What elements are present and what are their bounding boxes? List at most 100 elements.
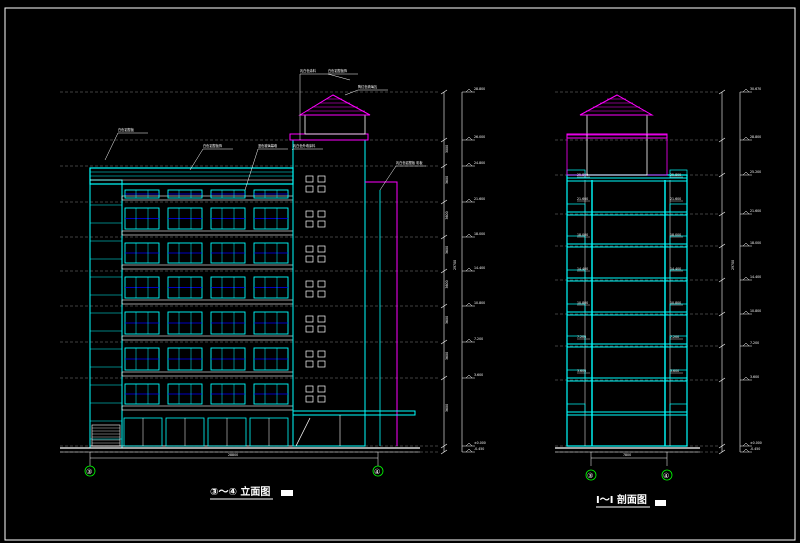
tower-window [305,395,314,403]
height-dim: 3600 [445,246,449,254]
floor-label-right: 21.600 [670,197,681,201]
tower-window [317,175,326,183]
tower-window [305,175,314,183]
tower-window [305,325,314,333]
level-label: 14.400 [750,275,761,279]
left-window-section [566,303,586,313]
height-dim: 3600 [445,352,449,360]
tower-window [317,325,326,333]
floor-band [121,371,294,377]
level-triangle [742,376,750,381]
right-window-section [669,203,688,213]
floor-label-right: 10.800 [670,301,681,305]
cad-drawing-canvas: 28.800 26.000 24.800 21.600 18.000 14.400 10.8… [4,7,796,541]
level-triangle [742,442,750,447]
section-title: Ⅰ～Ⅰ 剖面图 [596,493,647,506]
level-triangle [742,242,750,247]
note-leader [327,73,351,81]
level-triangle [465,233,473,238]
tower-window [317,210,326,218]
tower-window [317,385,326,393]
section-hip-roof [579,94,654,116]
left-window-section [566,203,586,213]
tower-window [305,280,314,288]
level-triangle [742,342,750,347]
right-window-section [669,403,688,413]
tower-window [305,350,314,358]
floor-label-left: 10.800 [577,301,588,305]
level-triangle [742,210,750,215]
axis-label-left: ③ [86,468,92,476]
stair-tower-windows [305,175,326,403]
height-dim: 3600 [445,176,449,184]
floor-band [121,299,294,305]
level-triangle [465,442,473,447]
tower-window [317,290,326,298]
section-total-height: 29700 [731,260,735,270]
note-text: 白色铝塑板饰 [328,68,347,73]
note-leader [189,148,204,171]
elevation-side-wall-outline [365,181,398,446]
level-label: 21.600 [750,209,761,213]
level-triangle [465,374,473,379]
floor-label-right: 7.200 [670,335,679,339]
level-label: 24.800 [474,161,485,165]
note-leader [379,165,397,191]
elevation-total-height: 29700 [453,260,457,270]
elevation-level-markers: 28.800 26.000 24.800 21.600 18.000 14.400 10.8… [462,87,486,453]
level-label: 18.000 [474,232,485,236]
height-dim: 3600 [445,316,449,324]
tower-window [305,185,314,193]
floor-label-right: 25.800 [670,173,681,177]
level-label: -0.450 [474,447,484,451]
level-label: ±0.000 [474,441,486,445]
tower-window [317,185,326,193]
level-triangle [465,448,473,453]
floor-label-left: 3.600 [577,369,586,373]
floor-band [121,264,294,270]
floor-label-left: 25.800 [577,173,588,177]
level-triangle [742,171,750,176]
ground-floor-openings [91,417,289,447]
floor-label-left: 21.600 [577,197,588,201]
note-text: 白色铝塑板饰 [203,143,222,148]
level-label: 10.800 [474,301,485,305]
tower-window [317,255,326,263]
note-text: 陶红色琉璃瓦 [358,84,378,89]
axis-label-right: ④ [374,468,380,476]
level-label: 30.670 [750,87,761,91]
section-axis-label-right: ④ [663,472,669,480]
level-triangle [742,88,750,93]
note-text: 乳白色铝塑板 彩板 [396,160,423,165]
floor-band [121,405,294,411]
level-label: 10.800 [750,309,761,313]
level-triangle [465,338,473,343]
level-label: -0.450 [750,447,760,451]
elevation-stair-tower [292,139,366,447]
level-label: 21.600 [474,197,485,201]
level-label: 28.800 [474,87,485,91]
tower-window [317,360,326,368]
tower-window [305,255,314,263]
level-triangle [465,198,473,203]
section-axis-label-left: ③ [587,472,593,480]
floor-label-right: 14.400 [670,267,681,271]
elevation-left-wall [89,179,123,449]
elevation-window-grid [90,189,294,440]
level-triangle [465,162,473,167]
floor-label-left: 7.200 [577,335,586,339]
height-dim: 3600 [445,404,449,412]
elevation-overall-dim: 28800 [228,453,238,457]
level-triangle [742,448,750,453]
level-triangle [465,267,473,272]
level-triangle [465,136,473,141]
note-text: 蓝色玻璃幕墙 [258,143,278,148]
level-label: 3.600 [750,375,759,379]
tower-window [305,210,314,218]
section-width-dim: 7800 [623,453,631,457]
height-dim: 3600 [445,211,449,219]
level-triangle [742,276,750,281]
level-label: 26.000 [474,135,485,139]
note-leader [344,89,359,96]
elevation-height-dims: 3000 3600 3600 3600 3600 3600 3600 3600 [445,145,449,412]
